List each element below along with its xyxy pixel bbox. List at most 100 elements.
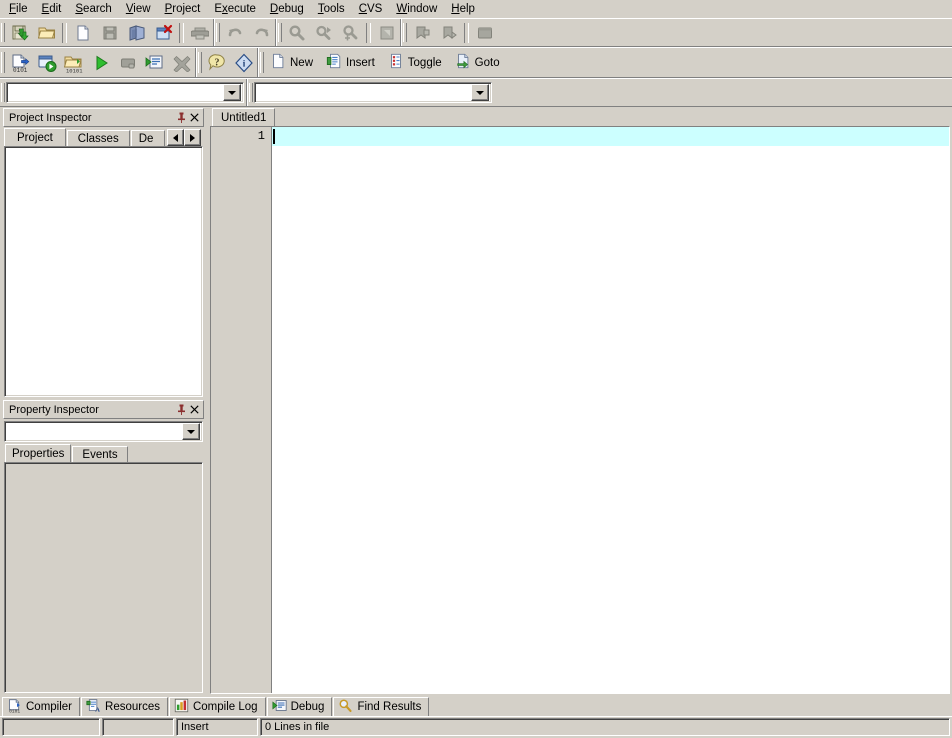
find-results-icon: [338, 698, 353, 716]
property-inspector-titlebar: Property Inspector: [3, 400, 204, 419]
find-next-icon: [310, 20, 337, 45]
chevron-down-icon[interactable]: [182, 423, 200, 440]
bottom-tab-find-results[interactable]: Find Results: [333, 697, 430, 716]
pushpin-icon[interactable]: [175, 403, 188, 416]
bottom-tab-compile-log[interactable]: Compile Log: [168, 697, 266, 716]
close-file-icon[interactable]: [150, 20, 177, 45]
tab-events[interactable]: Events: [72, 446, 128, 462]
main-area: Project Inspector Project Classes De Pro…: [0, 107, 952, 696]
editor-tab-untitled1[interactable]: Untitled1: [212, 108, 276, 126]
status-line-count: 0 Lines in file: [260, 718, 950, 736]
menu-project[interactable]: Project: [158, 1, 208, 17]
menu-search[interactable]: Search: [68, 1, 118, 17]
bottom-tab-debug[interactable]: Debug: [266, 697, 333, 716]
property-grid[interactable]: [4, 462, 203, 693]
run-icon[interactable]: [33, 50, 60, 75]
new-code-label: New: [290, 56, 314, 69]
close-icon[interactable]: [188, 403, 201, 416]
toolbar-separator: [179, 22, 184, 43]
toolbar-band-help: ? i: [197, 48, 258, 77]
pushpin-icon[interactable]: [175, 111, 188, 124]
editor-tabs: Untitled1: [210, 107, 950, 126]
tab-classes[interactable]: Classes: [66, 130, 130, 146]
tab-debug-vars[interactable]: De: [130, 130, 165, 146]
toolbar-band-bookmarks: [402, 19, 498, 46]
status-cursor-position: [2, 718, 100, 736]
close-icon[interactable]: [188, 111, 201, 124]
menu-debug[interactable]: Debug: [263, 1, 311, 17]
toolbar-band-undo: [215, 19, 276, 46]
menu-file[interactable]: File: [2, 1, 35, 17]
toolbar-row-file-edit: [0, 18, 952, 47]
function-combo[interactable]: [254, 82, 492, 103]
line-number: 1: [257, 129, 265, 143]
property-object-combo-wrap: [4, 421, 203, 442]
menu-view[interactable]: View: [119, 1, 158, 17]
chevron-down-icon[interactable]: [223, 84, 241, 101]
bottom-tab-compiler[interactable]: 0101 Compiler: [2, 697, 81, 716]
goto-line-icon: [373, 20, 400, 45]
abort-compilation-icon: [168, 50, 195, 75]
menu-window[interactable]: Window: [389, 1, 444, 17]
resources-icon: A: [86, 698, 101, 716]
chevron-down-icon[interactable]: [471, 84, 489, 101]
new-page-icon: [270, 53, 286, 72]
save-icon[interactable]: [6, 20, 33, 45]
toolbar-separator: [366, 22, 371, 43]
open-folder-icon[interactable]: [33, 20, 60, 45]
bottom-tab-compiler-label: Compiler: [26, 701, 73, 713]
tab-properties[interactable]: Properties: [5, 444, 72, 462]
debug-icon[interactable]: [141, 50, 168, 75]
toolbar-band-search: [277, 19, 401, 46]
insert-code-button[interactable]: Insert: [321, 50, 383, 75]
about-icon[interactable]: i: [230, 50, 257, 75]
class-combo[interactable]: [6, 82, 244, 103]
current-line[interactable]: [272, 127, 949, 146]
toggle-code-button[interactable]: Toggle: [383, 50, 450, 75]
bottom-tab-resources[interactable]: A Resources: [81, 697, 168, 716]
toggle-snippet-icon: [388, 53, 404, 72]
project-tree[interactable]: [4, 146, 203, 397]
toolbar-band-class-browser: [0, 79, 247, 106]
save-as-icon[interactable]: [123, 20, 150, 45]
status-modified: [102, 718, 174, 736]
arrow-left-icon[interactable]: [166, 129, 184, 146]
compile-log-icon: [174, 698, 189, 716]
save-all-icon[interactable]: [96, 20, 123, 45]
bottom-panel-tabs: 0101 Compiler A Resources Compile Log De…: [0, 696, 952, 716]
svg-text:?: ?: [214, 57, 219, 68]
svg-text:10101: 10101: [66, 67, 83, 73]
menu-cvs[interactable]: CVS: [352, 1, 390, 17]
toolbar-row-browse: [0, 78, 952, 107]
compile-icon[interactable]: 0101: [6, 50, 33, 75]
status-insert-mode: Insert: [176, 718, 258, 736]
code-editor[interactable]: 1: [210, 126, 950, 694]
tab-project[interactable]: Project: [4, 128, 66, 146]
redo-icon: [248, 20, 275, 45]
goto-function-icon: [455, 53, 471, 72]
editor-tab-label: Untitled1: [221, 111, 267, 124]
property-object-combo[interactable]: [4, 421, 203, 442]
bottom-tab-compile-log-label: Compile Log: [192, 701, 258, 713]
status-bar: Insert 0 Lines in file: [0, 716, 952, 738]
project-inspector-panel: Project Inspector Project Classes De: [0, 107, 206, 399]
compile-and-run-icon[interactable]: 10101: [60, 50, 87, 75]
tab-events-label: Events: [82, 448, 118, 461]
code-surface[interactable]: [272, 127, 949, 693]
menu-tools[interactable]: Tools: [311, 1, 352, 17]
undo-icon: [221, 20, 248, 45]
arrow-right-icon[interactable]: [183, 129, 201, 146]
property-inspector-title: Property Inspector: [9, 403, 99, 416]
text-caret: [273, 129, 275, 144]
new-file-icon[interactable]: [69, 20, 96, 45]
goto-function-button[interactable]: Goto: [450, 50, 508, 75]
menu-edit[interactable]: Edit: [35, 1, 69, 17]
help-icon[interactable]: ?: [203, 50, 230, 75]
new-code-button[interactable]: New: [265, 50, 321, 75]
toolbar-band-snippets: New Insert Toggle Goto: [259, 48, 508, 77]
window-icon: [471, 20, 498, 45]
play-icon[interactable]: [87, 50, 114, 75]
debug-icon: [272, 698, 287, 716]
menu-execute[interactable]: Execute: [207, 1, 263, 17]
menu-help[interactable]: Help: [444, 1, 482, 17]
